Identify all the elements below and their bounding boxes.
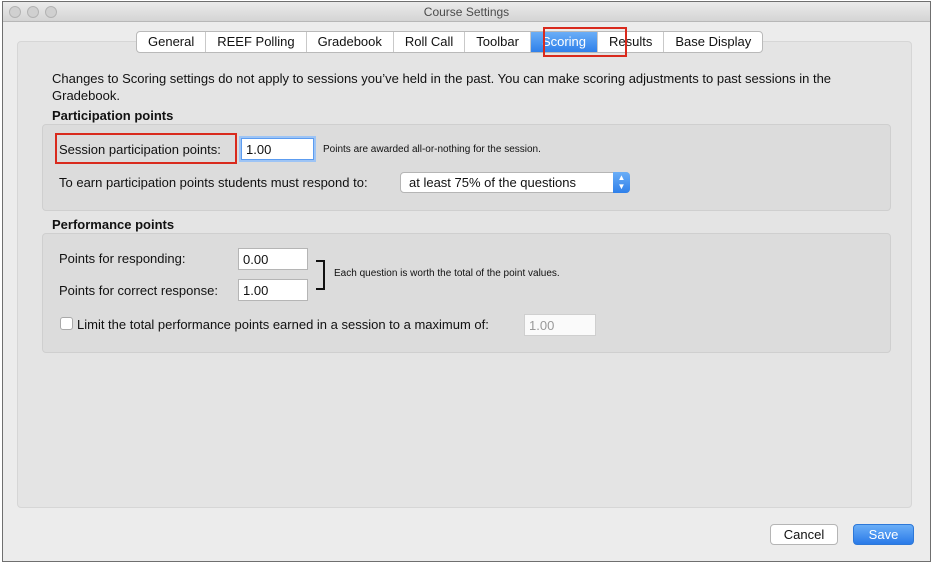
- tab-scoring[interactable]: Scoring: [530, 32, 599, 52]
- cancel-button[interactable]: Cancel: [770, 524, 838, 545]
- tab-toolbar[interactable]: Toolbar: [465, 32, 531, 52]
- session-points-note: Points are awarded all-or-nothing for th…: [323, 144, 541, 155]
- session-points-label: Session participation points:: [59, 142, 221, 157]
- respond-label: To earn participation points students mu…: [59, 175, 368, 190]
- performance-section-title: Performance points: [52, 217, 175, 232]
- limit-points-label: Limit the total performance points earne…: [77, 317, 489, 332]
- participation-section-title: Participation points: [52, 108, 174, 123]
- participation-group-box: [42, 124, 891, 211]
- responding-points-label: Points for responding:: [59, 251, 186, 266]
- session-points-input[interactable]: [241, 138, 314, 160]
- bracket-note: Each question is worth the total of the …: [334, 268, 560, 279]
- tab-roll-call[interactable]: Roll Call: [394, 32, 466, 52]
- window-title: Course Settings: [423, 5, 510, 19]
- correct-points-label: Points for correct response:: [59, 283, 218, 298]
- intro-text: Changes to Scoring settings do not apply…: [52, 71, 832, 103]
- correct-points-input[interactable]: [238, 279, 308, 301]
- bracket-icon: [316, 260, 325, 290]
- respond-threshold-value: at least 75% of the questions: [409, 175, 576, 190]
- tab-bar: General REEF Polling Gradebook Roll Call…: [136, 31, 764, 53]
- tab-reef-polling[interactable]: REEF Polling: [206, 32, 307, 52]
- respond-threshold-select[interactable]: at least 75% of the questions ▲ ▼: [400, 172, 630, 193]
- save-button[interactable]: Save: [853, 524, 914, 545]
- tab-general[interactable]: General: [137, 32, 207, 52]
- updown-chevron-icon: ▲ ▼: [613, 172, 630, 193]
- limit-points-input[interactable]: [524, 314, 596, 336]
- limit-points-checkbox[interactable]: [60, 317, 73, 330]
- responding-points-input[interactable]: [238, 248, 308, 270]
- tab-base-display[interactable]: Base Display: [664, 32, 762, 52]
- title-bar: Course Settings: [3, 2, 930, 22]
- tab-results[interactable]: Results: [598, 32, 665, 52]
- tab-gradebook[interactable]: Gradebook: [307, 32, 394, 52]
